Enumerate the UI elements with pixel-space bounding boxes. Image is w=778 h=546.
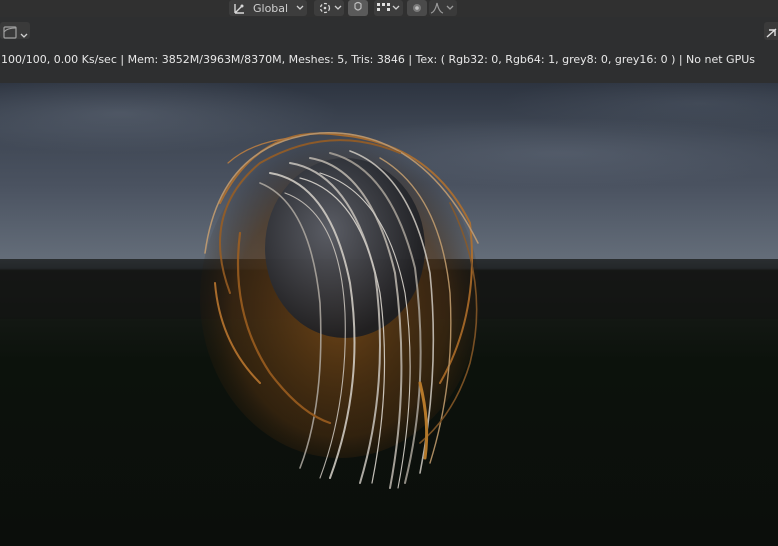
transform-orientation-icon: [233, 1, 247, 15]
viewport-header: Global: [0, 0, 778, 17]
hair-render: [200, 132, 480, 489]
proportional-edit-icon[interactable]: [407, 0, 427, 16]
viewport-overlay-bar: [0, 17, 778, 83]
pivot-point-icon: [317, 1, 333, 15]
snap-dropdown[interactable]: [348, 0, 403, 16]
gizmo-toggle-button[interactable]: [764, 22, 778, 40]
chevron-down-icon: [391, 3, 401, 13]
snap-target-icon[interactable]: [374, 0, 403, 16]
chevron-down-icon: [445, 3, 455, 13]
chevron-down-icon: [295, 3, 305, 13]
falloff-icon[interactable]: [429, 0, 457, 16]
proportional-edit-group[interactable]: [407, 0, 459, 16]
snap-icon[interactable]: [348, 0, 368, 16]
pivot-point-dropdown[interactable]: [314, 0, 344, 16]
editor-type-icon: [3, 24, 17, 43]
editor-type-dropdown[interactable]: [0, 22, 30, 39]
gizmo-toggle-icon: [765, 25, 778, 44]
render-status-text: 100/100, 0.00 Ks/sec | Mem: 3852M/3963M/…: [1, 53, 755, 66]
transform-orientation-label: Global: [253, 1, 289, 15]
chevron-down-icon: [333, 3, 343, 13]
3d-viewport-render[interactable]: [0, 83, 778, 546]
chevron-down-icon: [19, 26, 29, 38]
transform-orientation-dropdown[interactable]: Global: [229, 0, 307, 16]
